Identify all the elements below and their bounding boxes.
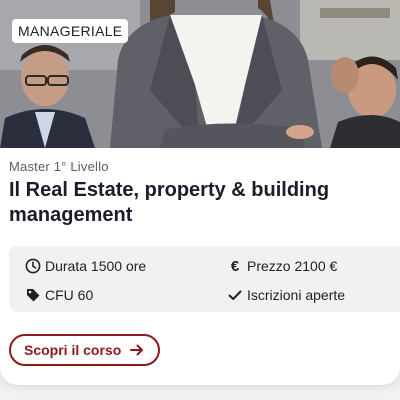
course-title[interactable]: Il Real Estate, property & building mana…: [9, 178, 397, 228]
course-card: MANAGERIALE Master 1° Livello Il Real Es…: [0, 0, 400, 385]
discover-course-button[interactable]: Scopri il corso: [9, 334, 161, 366]
discover-course-label: Scopri il corso: [24, 342, 122, 358]
arrow-right-icon: [129, 342, 145, 358]
enrollment-info: Iscrizioni aperte: [227, 287, 345, 303]
price-info: € Prezzo 2100 €: [227, 257, 338, 275]
tag-icon: [25, 287, 41, 303]
course-hero-image: MANAGERIALE: [0, 0, 400, 148]
duration-info: Durata 1500 ore: [25, 258, 146, 274]
price-text: Prezzo 2100 €: [247, 258, 338, 274]
cfu-text: CFU 60: [45, 287, 94, 303]
euro-icon: €: [230, 257, 240, 275]
cfu-info: CFU 60: [25, 287, 93, 303]
enrollment-text: Iscrizioni aperte: [247, 287, 346, 303]
check-icon: [227, 287, 243, 303]
duration-text: Durata 1500 ore: [45, 258, 147, 274]
course-level: Master 1° Livello: [9, 159, 109, 174]
clock-icon: [25, 258, 41, 274]
course-info-panel: Durata 1500 ore € Prezzo 2100 € CFU 60 I…: [9, 246, 400, 312]
category-badge: MANAGERIALE: [12, 19, 129, 43]
